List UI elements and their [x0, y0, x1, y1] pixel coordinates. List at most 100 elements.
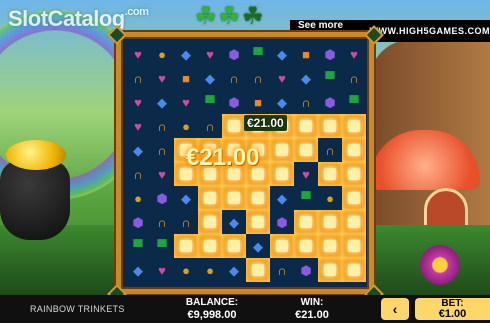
glowing-block-icon — [252, 216, 264, 228]
glowing-block-icon — [348, 144, 360, 156]
grid-cell: ♥ — [294, 162, 318, 186]
winning-cell — [222, 114, 246, 138]
bet-button[interactable]: BET: €1.00 — [415, 298, 490, 320]
winning-cell — [342, 210, 366, 234]
glowing-block-icon — [348, 192, 360, 204]
balance-value: €9,998.00 — [187, 309, 237, 321]
grid-cell: ◆ — [126, 258, 150, 282]
grid-cell: ◆ — [222, 210, 246, 234]
glowing-block-icon — [228, 240, 240, 252]
glowing-block-icon — [324, 168, 336, 180]
winning-cell — [222, 234, 246, 258]
grid-cell: ▀ — [294, 186, 318, 210]
clover-icon: ☘ — [242, 3, 264, 30]
flower-decoration — [420, 245, 460, 285]
horseshoe-icon: ∩ — [181, 214, 191, 230]
leprechaun-hat-icon: ▀ — [157, 238, 167, 254]
grid-cell: ◆ — [270, 90, 294, 114]
grid-cell: ⬢ — [126, 210, 150, 234]
grid-cell: ∩ — [174, 210, 198, 234]
glowing-block-icon — [252, 192, 264, 204]
winning-cell — [294, 114, 318, 138]
horseshoe-icon: ∩ — [229, 70, 239, 86]
grid-cell: ♥ — [126, 42, 150, 66]
clover-icon: ☘ — [218, 3, 241, 30]
grid-cell: ∩ — [198, 114, 222, 138]
diamond-gem-icon: ◆ — [301, 70, 311, 86]
heart-gem-icon: ♥ — [134, 46, 142, 62]
grid-cell: ▀ — [150, 234, 174, 258]
grid-cell: ▀ — [342, 90, 366, 114]
bet-decrease-button[interactable]: ‹ — [381, 298, 409, 320]
pot-of-gold-decoration — [0, 160, 70, 240]
glowing-block-icon — [276, 144, 288, 156]
orange-block-icon: ■ — [254, 94, 262, 110]
grid-cell: ∩ — [150, 138, 174, 162]
grid-cell: ▀ — [126, 234, 150, 258]
amethyst-gem-icon: ⬢ — [276, 214, 288, 230]
heart-gem-icon: ♥ — [278, 70, 286, 86]
pot-of-gold-icon: ● — [182, 118, 190, 134]
glowing-block-icon — [300, 120, 312, 132]
pot-of-gold-icon: ● — [326, 190, 334, 206]
grid-cell: ■ — [294, 42, 318, 66]
diamond-gem-icon: ◆ — [181, 46, 191, 62]
winning-cell — [174, 234, 198, 258]
glowing-block-icon — [204, 216, 216, 228]
grid-cell: ◆ — [174, 186, 198, 210]
heart-gem-icon: ♥ — [134, 94, 142, 110]
winning-cell — [318, 258, 342, 282]
amethyst-gem-icon: ⬢ — [132, 214, 144, 230]
winning-cell — [198, 186, 222, 210]
glowing-block-icon — [276, 240, 288, 252]
leprechaun-hat-icon: ▀ — [205, 94, 215, 110]
horseshoe-icon: ∩ — [133, 70, 143, 86]
pot-of-gold-icon: ● — [158, 46, 166, 62]
winning-cell — [270, 234, 294, 258]
glowing-block-icon — [276, 168, 288, 180]
heart-gem-icon: ♥ — [302, 166, 310, 182]
grid-cell: ◆ — [270, 186, 294, 210]
glowing-block-icon — [348, 168, 360, 180]
diamond-gem-icon: ◆ — [229, 214, 239, 230]
grid-cell: ♥ — [270, 66, 294, 90]
grid-cell: ♥ — [126, 114, 150, 138]
glowing-block-icon — [348, 216, 360, 228]
grid-cell: ● — [174, 114, 198, 138]
winning-cell — [198, 210, 222, 234]
grid-cell: ▀ — [198, 90, 222, 114]
horseshoe-icon: ∩ — [205, 118, 215, 134]
winning-cell — [246, 210, 270, 234]
clover-icon: ☘ — [195, 3, 217, 30]
grid-cell: ♥ — [174, 90, 198, 114]
grid-cell: ♥ — [126, 90, 150, 114]
diamond-gem-icon: ◆ — [229, 262, 239, 278]
grid-cell: ◆ — [270, 42, 294, 66]
winning-cell — [246, 186, 270, 210]
glowing-block-icon — [348, 264, 360, 276]
glowing-block-icon — [180, 240, 192, 252]
bet-value: €1.00 — [438, 308, 467, 320]
game-screen: SlotCatalog.com ☘ ☘ ☘ See more at: WWW.H… — [0, 0, 490, 323]
grid-cell: ◆ — [222, 258, 246, 282]
heart-gem-icon: ♥ — [134, 118, 142, 134]
grid-cell: ∩ — [294, 90, 318, 114]
grid-cell: ● — [198, 258, 222, 282]
amethyst-gem-icon: ⬢ — [300, 262, 312, 278]
grid-cell: ∩ — [270, 258, 294, 282]
glowing-block-icon — [324, 120, 336, 132]
gold-coins-decoration — [6, 140, 66, 170]
winning-cell — [294, 138, 318, 162]
horseshoe-icon: ∩ — [157, 214, 167, 230]
winning-cell — [270, 162, 294, 186]
winning-cell — [318, 114, 342, 138]
grid-cell: ∩ — [126, 162, 150, 186]
glowing-block-icon — [228, 120, 240, 132]
glowing-block-icon — [324, 264, 336, 276]
win-display: WIN: €21.00 — [284, 297, 340, 321]
horseshoe-icon: ∩ — [157, 118, 167, 134]
grid-cell: ⬢ — [222, 90, 246, 114]
diamond-gem-icon: ◆ — [157, 94, 167, 110]
total-win-display: €21.00 — [186, 144, 260, 171]
orange-block-icon: ■ — [182, 70, 190, 86]
